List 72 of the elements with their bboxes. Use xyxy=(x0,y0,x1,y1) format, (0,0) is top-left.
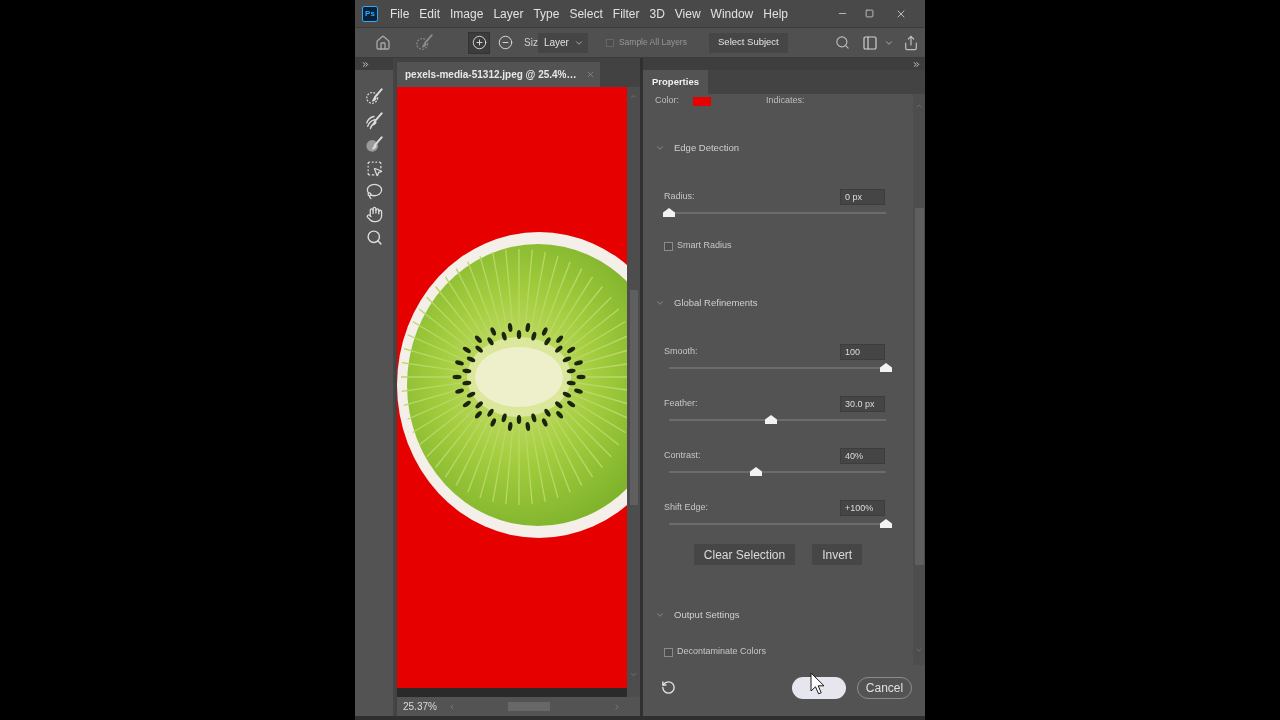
brush-strokes-icon[interactable] xyxy=(365,112,383,130)
size-label: Siz xyxy=(524,36,538,50)
slider-label: Feather: xyxy=(664,397,698,411)
reset-button[interactable] xyxy=(661,680,676,695)
select-subject-button[interactable]: Select Subject xyxy=(708,32,788,53)
action-button[interactable]: Invert xyxy=(812,544,863,565)
dashed-circle-brush-icon[interactable] xyxy=(365,88,383,106)
value-field[interactable]: +100% xyxy=(840,500,885,516)
chevron-icon xyxy=(655,610,665,620)
chevron-icon xyxy=(655,298,665,308)
double-chevron-icon[interactable] xyxy=(361,59,370,69)
document-tab[interactable]: pexels-media-51312.jpeg @ 25.4%… xyxy=(397,62,600,87)
lasso-icon[interactable] xyxy=(365,183,383,200)
panel-tab[interactable]: Properties xyxy=(643,70,708,94)
slider-thumb[interactable] xyxy=(880,519,892,528)
color-label: Color: xyxy=(655,94,679,108)
section-header[interactable]: Edge Detection xyxy=(643,138,739,158)
minus-circle-icon xyxy=(497,35,513,50)
section-header[interactable]: Output Settings xyxy=(643,605,740,625)
menu-item[interactable]: Type xyxy=(533,7,560,20)
slider-thumb[interactable] xyxy=(880,363,892,372)
menu-item[interactable]: Image xyxy=(450,7,484,20)
double-chevron-icon[interactable] xyxy=(912,59,921,69)
menu-item[interactable]: Layer xyxy=(493,7,524,20)
slider-label: Radius: xyxy=(664,190,695,204)
checkbox[interactable] xyxy=(664,241,673,251)
undo-arrow-icon xyxy=(661,680,676,695)
menu-item[interactable]: 3D xyxy=(649,7,665,20)
menu-item[interactable]: Window xyxy=(710,7,754,20)
magnifier-icon[interactable] xyxy=(365,229,383,246)
home-icon[interactable] xyxy=(375,34,391,51)
app-logo: Ps xyxy=(362,5,378,22)
zoom-level: 25.37% xyxy=(403,700,438,714)
vertical-scrollbar[interactable] xyxy=(913,94,925,665)
value-field[interactable]: 0 px xyxy=(840,189,885,205)
slider-thumb[interactable] xyxy=(749,467,762,476)
checkbox-label: Smart Radius xyxy=(677,239,732,253)
menu-item[interactable]: View xyxy=(674,7,701,20)
slider-label: Contrast: xyxy=(664,449,701,463)
section-header[interactable]: Global Refinements xyxy=(643,293,758,313)
value-field[interactable]: 100 xyxy=(840,344,885,360)
value-field[interactable]: 40% xyxy=(840,448,885,464)
chevron-icon xyxy=(655,143,665,153)
menu-item[interactable]: Select xyxy=(569,7,603,20)
dashed-square-pointer-icon[interactable] xyxy=(365,160,383,177)
selection-mode-button[interactable] xyxy=(468,31,490,54)
action-button[interactable]: Clear Selection xyxy=(693,544,796,565)
share-icon[interactable] xyxy=(903,34,919,51)
menu-item[interactable]: Filter xyxy=(612,7,640,20)
dashed-circle-brush-icon[interactable] xyxy=(415,33,433,52)
indicates-label: Indicates: xyxy=(766,94,805,108)
mouse-pointer-icon xyxy=(810,672,825,695)
vertical-scrollbar[interactable] xyxy=(627,87,640,697)
sample-dropdown[interactable]: Layer xyxy=(537,32,588,53)
checkbox-label: Decontaminate Colors xyxy=(677,645,767,659)
checkbox[interactable] xyxy=(664,647,673,657)
color-swatch-icon[interactable] xyxy=(693,96,711,106)
slider-label: Shift Edge: xyxy=(664,501,709,515)
slider-label: Smooth: xyxy=(664,345,698,359)
menu-item[interactable]: File xyxy=(390,7,410,20)
panel-layout-icon[interactable] xyxy=(862,34,878,51)
scrollbar-thumb[interactable] xyxy=(914,208,924,565)
slider-thumb[interactable] xyxy=(663,208,675,217)
menu-item[interactable]: Help xyxy=(763,7,788,20)
hand-icon[interactable] xyxy=(365,206,383,223)
slider-thumb[interactable] xyxy=(765,415,777,424)
search-icon[interactable] xyxy=(835,35,850,50)
plus-circle-icon xyxy=(471,35,487,50)
circle-brush-icon[interactable] xyxy=(365,136,383,154)
maximize-icon[interactable] xyxy=(865,9,874,18)
value-field[interactable]: 30.0 px xyxy=(840,396,885,412)
menu-item[interactable]: Edit xyxy=(419,7,441,20)
